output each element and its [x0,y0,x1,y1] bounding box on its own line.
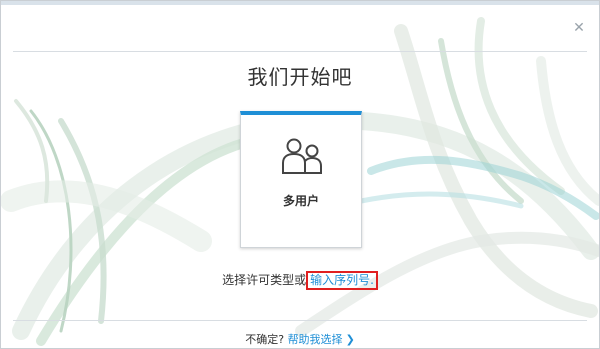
close-button[interactable]: ✕ [572,21,586,35]
license-type-prompt: 选择许可类型或 输入序列号. [1,271,599,290]
license-card-label: 多用户 [282,194,319,208]
get-started-dialog: ✕ 我们开始吧 多用户 选择许可类型或 输入序列号. 不确定? 帮助我选择 ❯ [0,0,600,349]
help-prompt-text: 不确定? [245,333,285,346]
help-footer: 不确定? 帮助我选择 ❯ [1,331,599,347]
header-divider [13,51,587,52]
help-me-choose-link[interactable]: 帮助我选择 ❯ [288,333,355,346]
dialog-title: 我们开始吧 [247,65,353,89]
footer-divider [13,320,587,321]
users-icon [282,138,322,174]
license-prompt-text: 选择许可类型或 [222,273,307,287]
help-link-label: 帮助我选择 [287,333,343,346]
chevron-right-icon: ❯ [345,333,355,346]
license-card-multi-user[interactable]: 多用户 [240,111,362,248]
enter-serial-number-link[interactable]: 输入序列号. [306,271,378,290]
close-icon: ✕ [573,20,585,36]
serial-link-period: . [370,273,374,287]
serial-link-label: 输入序列号 [310,273,371,287]
